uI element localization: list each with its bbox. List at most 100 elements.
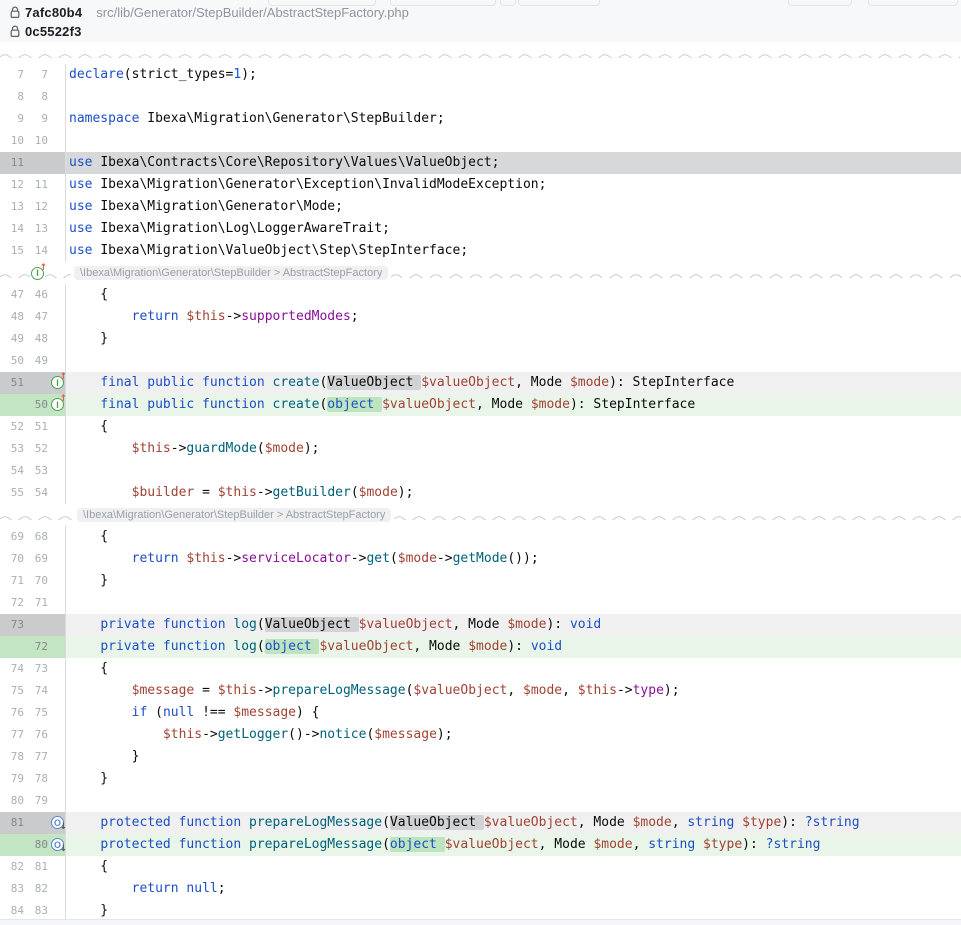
line-number-old: 9 xyxy=(3,108,24,130)
code-line: 7776 $this->getLogger()->notice($message… xyxy=(0,724,961,746)
line-number-new: 71 xyxy=(27,592,48,614)
code-text[interactable]: use Ibexa\Migration\Generator\Exception\… xyxy=(66,174,961,196)
code-line: 7978 } xyxy=(0,768,961,790)
gutter-icon-slot xyxy=(50,548,65,570)
line-gutter: 8079 xyxy=(0,790,66,812)
code-text[interactable]: } xyxy=(66,768,961,790)
lock-icon xyxy=(9,25,20,38)
code-text[interactable]: use Ibexa\Migration\Generator\Mode; xyxy=(66,196,961,218)
line-number-new: 8 xyxy=(27,86,48,108)
line-number-new: 46 xyxy=(27,284,48,306)
gutter-icon-slot xyxy=(50,746,65,768)
gutter-icon-slot xyxy=(50,482,65,504)
implements-method-icon[interactable]: I↑ xyxy=(51,376,64,389)
code-text[interactable]: } xyxy=(66,328,961,350)
line-gutter: 72 xyxy=(0,636,66,658)
code-text[interactable]: protected function prepareLogMessage(Val… xyxy=(66,812,961,834)
gutter-icon-slot xyxy=(50,768,65,790)
code-text[interactable] xyxy=(66,350,961,372)
word-diff-chunk: object xyxy=(390,837,445,852)
code-text[interactable]: protected function prepareLogMessage(obj… xyxy=(66,834,961,856)
code-line: 8382 return null; xyxy=(0,878,961,900)
code-text[interactable]: { xyxy=(66,526,961,548)
code-text[interactable] xyxy=(66,460,961,482)
panel-bottom-edge xyxy=(0,919,961,925)
gutter-icon-slot xyxy=(50,416,65,438)
gutter-icon-slot xyxy=(50,592,65,614)
code-text[interactable]: use Ibexa\Migration\Log\LoggerAwareTrait… xyxy=(66,218,961,240)
code-text[interactable]: namespace Ibexa\Migration\Generator\Step… xyxy=(66,108,961,130)
line-number-old: 13 xyxy=(3,196,24,218)
code-line: 5251 { xyxy=(0,416,961,438)
code-text[interactable]: final public function create(ValueObject… xyxy=(66,372,961,394)
line-gutter: 4948 xyxy=(0,328,66,350)
code-text[interactable] xyxy=(66,130,961,152)
arrow-up-icon: ↑ xyxy=(39,264,47,273)
code-text[interactable]: { xyxy=(66,416,961,438)
line-gutter: 5251 xyxy=(0,416,66,438)
code-text[interactable]: $this->getLogger()->notice($message); xyxy=(66,724,961,746)
folded-region-label[interactable]: \Ibexa\Migration\Generator\StepBuilder >… xyxy=(77,508,391,522)
line-gutter: 7978 xyxy=(0,768,66,790)
line-number-old: 12 xyxy=(3,174,24,196)
code-text[interactable]: { xyxy=(66,856,961,878)
gutter-icon-slot xyxy=(50,218,65,240)
code-text[interactable] xyxy=(66,592,961,614)
fold-wave xyxy=(0,268,30,278)
line-number-old: 14 xyxy=(3,218,24,240)
code-line: 5554 $builder = $this->getBuilder($mode)… xyxy=(0,482,961,504)
overridden-method-icon[interactable]: O↓ xyxy=(51,816,64,829)
gutter-icon-slot xyxy=(50,570,65,592)
gutter-icon-slot xyxy=(50,328,65,350)
word-diff-chunk: object xyxy=(265,639,320,654)
fold-wave xyxy=(394,510,961,520)
code-text[interactable] xyxy=(66,86,961,108)
code-text[interactable] xyxy=(66,790,961,812)
folded-region-separator: \Ibexa\Migration\Generator\StepBuilder >… xyxy=(0,504,961,526)
toolbar-button-outline xyxy=(518,0,600,6)
line-number-old: 71 xyxy=(3,570,24,592)
line-gutter: 7473 xyxy=(0,658,66,680)
folded-region-label[interactable]: \Ibexa\Migration\Generator\StepBuilder >… xyxy=(74,266,388,280)
code-text[interactable]: { xyxy=(66,284,961,306)
code-line: 99namespace Ibexa\Migration\Generator\St… xyxy=(0,108,961,130)
code-text[interactable]: { xyxy=(66,658,961,680)
gutter-icon-slot: O↓ xyxy=(50,812,65,834)
gutter-icon-slot xyxy=(50,460,65,482)
line-number-new: 68 xyxy=(27,526,48,548)
arrow-down-icon: ↓ xyxy=(59,845,67,854)
code-text[interactable]: return $this->serviceLocator->get($mode-… xyxy=(66,548,961,570)
line-number-old: 76 xyxy=(3,702,24,724)
code-text[interactable]: } xyxy=(66,570,961,592)
fold-wave xyxy=(0,510,74,520)
line-gutter: 51I↑ xyxy=(0,372,66,394)
code-text[interactable]: $message = $this->prepareLogMessage($val… xyxy=(66,680,961,702)
line-gutter: 8382 xyxy=(0,878,66,900)
code-text[interactable]: final public function create(object $val… xyxy=(66,394,961,416)
code-line: 7069 return $this->serviceLocator->get($… xyxy=(0,548,961,570)
code-text[interactable]: return $this->supportedModes; xyxy=(66,306,961,328)
code-text[interactable]: use Ibexa\Migration\ValueObject\Step\Ste… xyxy=(66,240,961,262)
overridden-method-icon[interactable]: O↓ xyxy=(51,838,64,851)
line-number-old: 52 xyxy=(3,416,24,438)
code-text[interactable]: private function log(object $valueObject… xyxy=(66,636,961,658)
code-line: 8281 { xyxy=(0,856,961,878)
code-text[interactable]: $builder = $this->getBuilder($mode); xyxy=(66,482,961,504)
code-text[interactable]: use Ibexa\Contracts\Core\Repository\Valu… xyxy=(66,152,961,174)
line-number-old: 54 xyxy=(3,460,24,482)
code-text[interactable]: $this->guardMode($mode); xyxy=(66,438,961,460)
implements-method-icon[interactable]: I↑ xyxy=(51,398,64,411)
code-text[interactable]: } xyxy=(66,746,961,768)
line-number-old: 77 xyxy=(3,724,24,746)
code-text[interactable]: if (null !== $message) { xyxy=(66,702,961,724)
code-text[interactable]: private function log(ValueObject $valueO… xyxy=(66,614,961,636)
line-gutter: 80O↓ xyxy=(0,834,66,856)
code-text[interactable]: declare(strict_types=1); xyxy=(66,64,961,86)
line-number-old: 7 xyxy=(3,64,24,86)
code-text[interactable]: return null; xyxy=(66,878,961,900)
implements-method-icon[interactable]: I↑ xyxy=(31,267,44,280)
line-gutter: 5049 xyxy=(0,350,66,372)
line-gutter: 7170 xyxy=(0,570,66,592)
line-number-old: 10 xyxy=(3,130,24,152)
line-number-old: 55 xyxy=(3,482,24,504)
